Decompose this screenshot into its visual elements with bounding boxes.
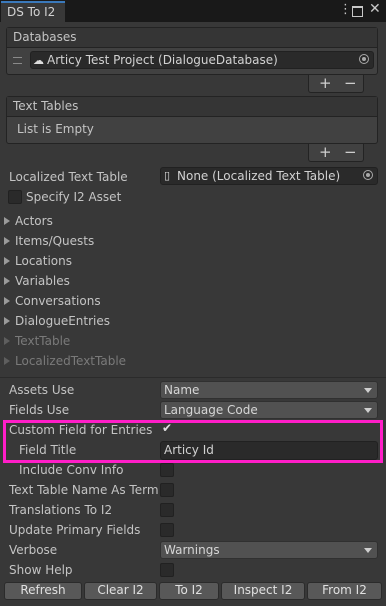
- text-tables-header: Text Tables: [7, 97, 377, 117]
- foldout-arrow-icon: [4, 297, 10, 305]
- foldout-arrow-icon: [4, 277, 10, 285]
- update-primary-fields-checkbox[interactable]: [160, 523, 174, 537]
- include-conv-info-checkbox[interactable]: [160, 463, 174, 477]
- foldout-arrow-icon: [4, 257, 10, 265]
- add-database-button[interactable]: +: [319, 76, 332, 91]
- text-table-name-as-term-checkbox[interactable]: [160, 483, 174, 497]
- foldout-variables[interactable]: Variables: [4, 273, 204, 291]
- databases-header: Databases: [7, 28, 377, 48]
- fields-use-value: Language Code: [164, 403, 258, 417]
- foldout-actors[interactable]: Actors: [4, 213, 204, 231]
- assets-use-value: Name: [164, 383, 200, 397]
- foldout-label: LocalizedTextTable: [15, 354, 127, 368]
- include-conv-info-label: Include Conv Info: [19, 463, 124, 477]
- specify-i2-asset-label: Specify I2 Asset: [26, 190, 122, 204]
- foldout-label: Items/Quests: [15, 234, 95, 248]
- verbose-label: Verbose: [9, 543, 58, 557]
- databases-list: Databases ☁ Articy Test Project (Dialogu…: [6, 27, 378, 75]
- foldout-label: Variables: [15, 274, 70, 288]
- fields-use-label: Fields Use: [9, 403, 70, 417]
- database-icon: ☁: [33, 54, 44, 67]
- specify-i2-asset-checkbox[interactable]: [8, 190, 22, 204]
- foldout-label: Locations: [15, 254, 73, 268]
- database-field[interactable]: ☁ Articy Test Project (DialogueDatabase): [30, 51, 374, 69]
- show-help-checkbox[interactable]: [160, 563, 174, 577]
- text-table-name-as-term-label: Text Table Name As Term: [9, 483, 159, 497]
- fields-use-dropdown[interactable]: Language Code: [160, 401, 378, 419]
- foldout-label: DialogueEntries: [15, 314, 111, 328]
- verbose-value: Warnings: [164, 543, 220, 557]
- foldout-conversations[interactable]: Conversations: [4, 293, 204, 311]
- assets-use-dropdown[interactable]: Name: [160, 381, 378, 399]
- foldout-arrow-icon: [4, 317, 10, 325]
- localized-text-table-label: Localized Text Table: [9, 170, 128, 184]
- remove-text-table-button[interactable]: −: [344, 145, 357, 160]
- refresh-button[interactable]: Refresh: [4, 582, 82, 600]
- window-tab-title: DS To I2: [7, 5, 56, 19]
- localized-text-table-field[interactable]: ▯ None (Localized Text Table): [160, 167, 378, 185]
- add-text-table-button[interactable]: +: [319, 145, 332, 160]
- foldout-arrow-icon: [4, 337, 10, 345]
- foldout-label: Conversations: [15, 294, 101, 308]
- close-icon[interactable]: ✕: [369, 2, 381, 16]
- clear-i2-button[interactable]: Clear I2: [84, 582, 157, 600]
- foldout-arrow-icon: [4, 217, 10, 225]
- foldout-text-table: TextTable: [4, 333, 204, 351]
- empty-list-text: List is Empty: [17, 122, 94, 136]
- window-tab-bar: DS To I2 ⋮ ✕: [0, 0, 386, 22]
- update-primary-fields-label: Update Primary Fields: [9, 523, 141, 537]
- dropdown-arrow-icon: [364, 408, 372, 413]
- from-i2-button[interactable]: From I2: [307, 582, 382, 600]
- file-icon: ▯: [164, 169, 171, 182]
- translations-to-i2-label: Translations To I2: [9, 503, 113, 517]
- foldout-dialogue-entries[interactable]: DialogueEntries: [4, 313, 204, 331]
- remove-database-button[interactable]: −: [344, 76, 357, 91]
- verbose-dropdown[interactable]: Warnings: [160, 541, 378, 559]
- foldout-locations[interactable]: Locations: [4, 253, 204, 271]
- divider: [0, 377, 386, 378]
- foldout-items-quests[interactable]: Items/Quests: [4, 233, 204, 251]
- translations-to-i2-checkbox[interactable]: [160, 503, 174, 517]
- foldout-localized-text-table: LocalizedTextTable: [4, 353, 204, 371]
- localized-text-table-value: None (Localized Text Table): [177, 169, 341, 183]
- text-tables-footer: + −: [308, 144, 364, 162]
- object-picker-icon[interactable]: [359, 54, 369, 64]
- drag-handle-icon[interactable]: [13, 57, 22, 64]
- kebab-menu-icon[interactable]: ⋮: [339, 3, 352, 17]
- show-help-label: Show Help: [9, 563, 73, 577]
- assets-use-label: Assets Use: [9, 383, 75, 397]
- dropdown-arrow-icon: [364, 388, 372, 393]
- text-tables-list: Text Tables List is Empty: [6, 96, 378, 144]
- database-field-value: Articy Test Project (DialogueDatabase): [47, 53, 278, 67]
- foldout-arrow-icon: [4, 237, 10, 245]
- foldout-arrow-icon: [4, 357, 10, 365]
- inspect-i2-button[interactable]: Inspect I2: [221, 582, 305, 600]
- foldout-label: Actors: [15, 214, 53, 228]
- databases-footer: + −: [308, 75, 364, 93]
- maximize-icon[interactable]: [352, 6, 363, 17]
- highlight-box: [3, 420, 383, 463]
- dropdown-arrow-icon: [364, 548, 372, 553]
- to-i2-button[interactable]: To I2: [159, 582, 219, 600]
- foldout-label: TextTable: [15, 334, 71, 348]
- object-picker-icon[interactable]: [363, 170, 373, 180]
- window-tab[interactable]: DS To I2: [1, 1, 65, 22]
